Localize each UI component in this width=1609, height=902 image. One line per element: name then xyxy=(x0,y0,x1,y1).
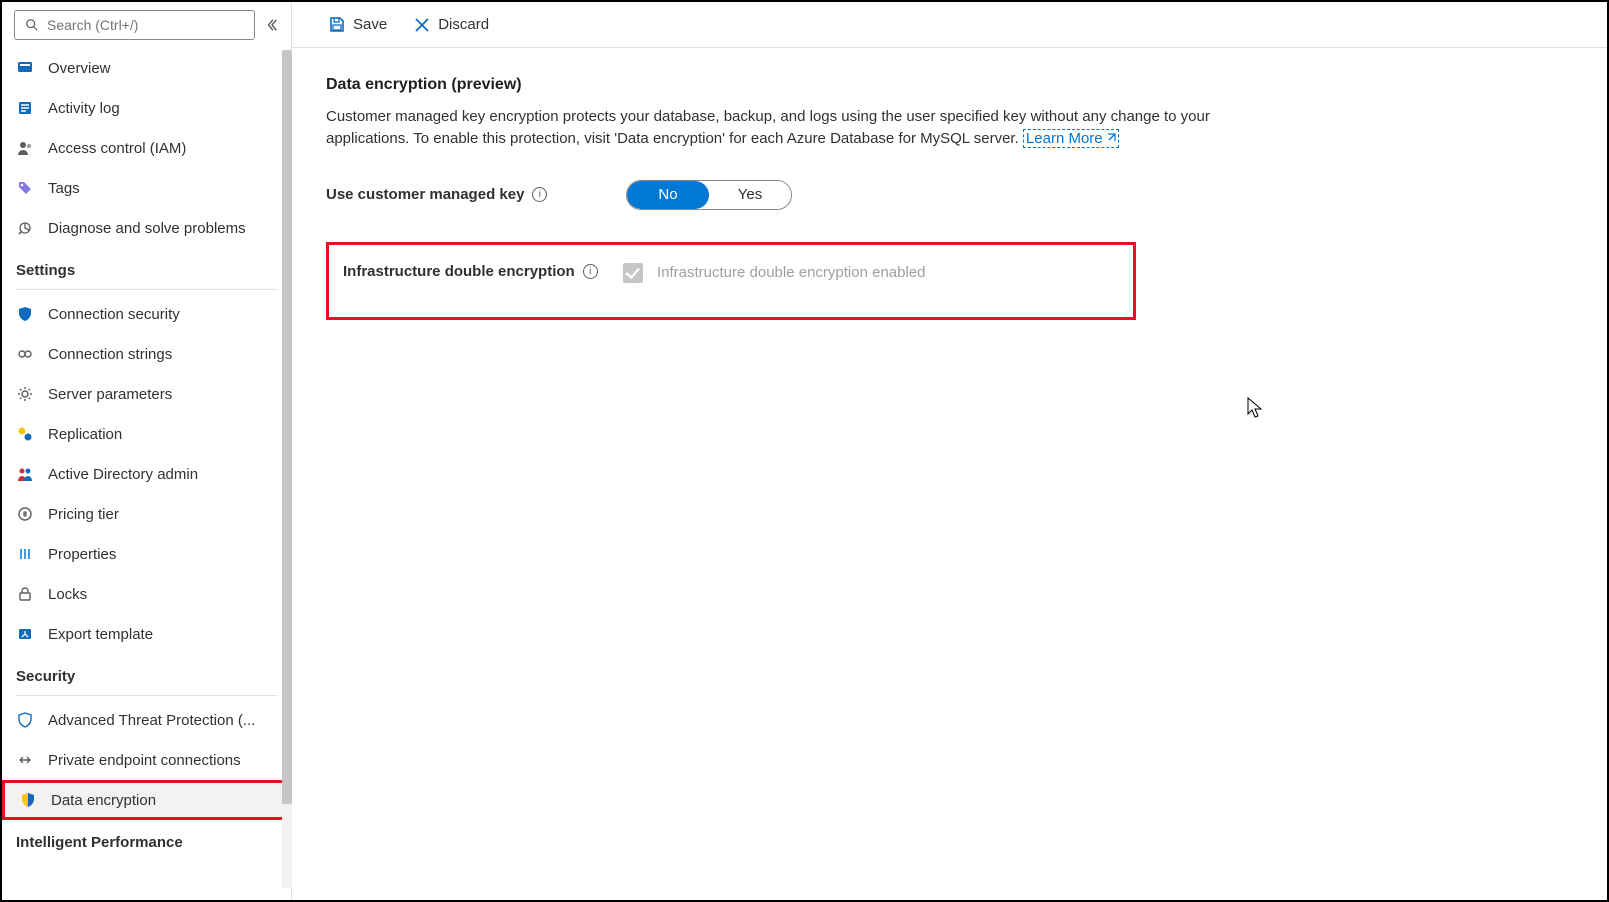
nav-active-directory-admin[interactable]: Active Directory admin xyxy=(2,454,291,494)
nav-server-parameters[interactable]: Server parameters xyxy=(2,374,291,414)
nav-label: Properties xyxy=(48,546,116,563)
tags-icon xyxy=(16,179,34,197)
nav-label: Server parameters xyxy=(48,386,172,403)
shield-outline-icon xyxy=(16,711,34,729)
infra-checkbox-label: Infrastructure double encryption enabled xyxy=(657,264,926,281)
toolbar: Save Discard xyxy=(292,2,1607,48)
nav-private-endpoint[interactable]: Private endpoint connections xyxy=(2,740,291,780)
sidebar: Overview Activity log Access control (IA… xyxy=(2,2,292,900)
cmk-toggle[interactable]: No Yes xyxy=(626,180,792,210)
shield-icon xyxy=(16,305,34,323)
info-icon[interactable]: i xyxy=(583,264,598,279)
nav-tags[interactable]: Tags xyxy=(2,168,291,208)
section-security: Security xyxy=(2,654,291,691)
info-icon[interactable]: i xyxy=(532,187,547,202)
ad-admin-icon xyxy=(16,465,34,483)
connection-strings-icon xyxy=(16,345,34,363)
discard-button[interactable]: Discard xyxy=(407,12,495,38)
close-icon xyxy=(413,16,431,34)
toggle-yes[interactable]: Yes xyxy=(709,181,791,209)
iam-icon xyxy=(16,139,34,157)
nav-locks[interactable]: Locks xyxy=(2,574,291,614)
main: Save Discard Data encryption (preview) C… xyxy=(292,2,1607,900)
nav-overview[interactable]: Overview xyxy=(2,48,291,88)
replication-icon xyxy=(16,425,34,443)
nav-export-template[interactable]: Export template xyxy=(2,614,291,654)
section-settings: Settings xyxy=(2,248,291,285)
nav-connection-security[interactable]: Connection security xyxy=(2,294,291,334)
page-title: Data encryption (preview) xyxy=(326,76,1458,94)
nav-label: Data encryption xyxy=(51,792,156,809)
sidebar-scrollbar[interactable] xyxy=(282,50,292,888)
divider xyxy=(16,289,277,290)
cmk-row: Use customer managed key i No Yes xyxy=(326,180,1458,210)
pricing-icon xyxy=(16,505,34,523)
nav-label: Active Directory admin xyxy=(48,466,198,483)
nav-access-control[interactable]: Access control (IAM) xyxy=(2,128,291,168)
nav-diagnose[interactable]: Diagnose and solve problems xyxy=(2,208,291,248)
nav-label: Tags xyxy=(48,180,80,197)
search-box[interactable] xyxy=(14,10,255,40)
nav-data-encryption[interactable]: Data encryption xyxy=(2,780,291,820)
nav-label: Pricing tier xyxy=(48,506,119,523)
nav-label: Locks xyxy=(48,586,87,603)
save-label: Save xyxy=(353,16,387,33)
learn-more-link[interactable]: Learn More xyxy=(1023,129,1119,148)
cmk-label: Use customer managed key i xyxy=(326,186,626,203)
nav-label: Access control (IAM) xyxy=(48,140,186,157)
nav-label: Export template xyxy=(48,626,153,643)
content: Data encryption (preview) Customer manag… xyxy=(292,48,1492,348)
nav-label: Replication xyxy=(48,426,122,443)
toggle-no[interactable]: No xyxy=(627,181,709,209)
discard-label: Discard xyxy=(438,16,489,33)
nav-label: Private endpoint connections xyxy=(48,752,241,769)
nav-advanced-threat-protection[interactable]: Advanced Threat Protection (... xyxy=(2,700,291,740)
sidebar-collapse-button[interactable] xyxy=(263,18,281,32)
divider xyxy=(16,695,277,696)
description: Customer managed key encryption protects… xyxy=(326,106,1246,150)
section-intelligent: Intelligent Performance xyxy=(2,820,291,857)
nav-properties[interactable]: Properties xyxy=(2,534,291,574)
nav-label: Connection security xyxy=(48,306,180,323)
gear-icon xyxy=(16,385,34,403)
save-icon xyxy=(328,16,346,34)
infra-label: Infrastructure double encryption i xyxy=(343,263,623,280)
nav-label: Connection strings xyxy=(48,346,172,363)
search-input[interactable] xyxy=(47,17,246,33)
nav-pricing-tier[interactable]: Pricing tier xyxy=(2,494,291,534)
shield-color-icon xyxy=(19,791,37,809)
lock-icon xyxy=(16,585,34,603)
infra-checkbox-wrap: Infrastructure double encryption enabled xyxy=(623,263,926,283)
infra-checkbox[interactable] xyxy=(623,263,643,283)
export-template-icon xyxy=(16,625,34,643)
nav-label: Activity log xyxy=(48,100,120,117)
cursor-icon xyxy=(1247,397,1263,419)
diagnose-icon xyxy=(16,219,34,237)
nav-connection-strings[interactable]: Connection strings xyxy=(2,334,291,374)
properties-icon xyxy=(16,545,34,563)
nav-label: Diagnose and solve problems xyxy=(48,220,246,237)
nav-replication[interactable]: Replication xyxy=(2,414,291,454)
activity-log-icon xyxy=(16,99,34,117)
nav-list: Overview Activity log Access control (IA… xyxy=(2,48,291,900)
overview-icon xyxy=(16,59,34,77)
infrastructure-encryption-box: Infrastructure double encryption i Infra… xyxy=(326,242,1136,320)
nav-activity-log[interactable]: Activity log xyxy=(2,88,291,128)
nav-label: Advanced Threat Protection (... xyxy=(48,712,255,729)
endpoint-icon xyxy=(16,751,34,769)
nav-label: Overview xyxy=(48,60,111,77)
save-button[interactable]: Save xyxy=(322,12,393,38)
search-icon xyxy=(23,16,41,34)
